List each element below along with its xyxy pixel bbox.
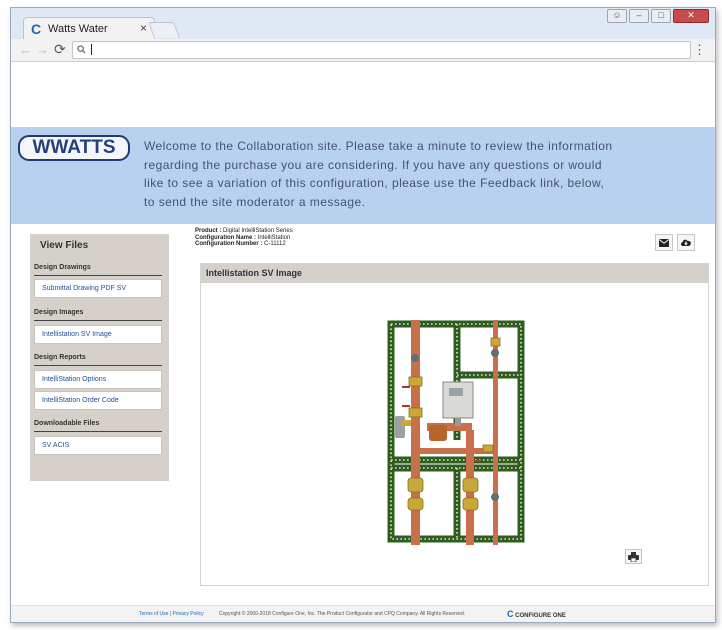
minimize-icon[interactable]: – <box>629 9 649 23</box>
config-number-value: C-11112 <box>264 241 286 247</box>
menu-icon[interactable]: ⋮ <box>693 42 706 58</box>
valve-right-mid <box>482 444 494 453</box>
product-label: Product : <box>195 228 222 234</box>
divider <box>34 431 162 432</box>
valve-left-lower <box>407 497 424 511</box>
welcome-text: Welcome to the Collaboration site. Pleas… <box>144 139 613 209</box>
handle-1 <box>402 405 410 407</box>
valve-left-mid <box>408 407 423 418</box>
configure-one-logo: C CONFIGURE ONE <box>507 609 566 619</box>
mixing-valve <box>429 425 447 441</box>
tab-title: Watts Water <box>48 23 108 35</box>
logo-text: WWATTS <box>32 137 116 158</box>
section-design-reports: Design Reports <box>34 354 86 361</box>
file-link-submittal-drawing[interactable]: Submittal Drawing PDF SV <box>34 279 162 298</box>
valve-center-bottom <box>462 477 479 493</box>
reload-icon[interactable]: ⟳ <box>54 41 66 58</box>
handle-3 <box>474 460 482 462</box>
valve-center-lower <box>462 497 479 511</box>
intellistation-diagram <box>387 320 525 545</box>
brand-name: CONFIGURE ONE <box>515 613 566 619</box>
panel-header: Intellistation SV Image <box>201 264 708 283</box>
maximize-icon[interactable]: □ <box>651 9 671 23</box>
text-cursor <box>91 44 92 55</box>
envelope-icon <box>659 238 669 247</box>
gauge-right-top <box>491 349 499 357</box>
divider <box>34 320 162 321</box>
browser-tab[interactable]: C Watts Water × <box>23 17 155 40</box>
page-footer: Terms of Use | Privacy Policy Copyright … <box>11 605 715 622</box>
file-link-intellistation-order-code[interactable]: IntelliStation Order Code <box>34 391 162 410</box>
print-button[interactable] <box>625 549 642 564</box>
browser-window: C Watts Water × ☺ – □ ✕ ← → ⟳ ⋮ WWATTS W… <box>10 7 716 623</box>
search-icon <box>77 42 86 57</box>
user-icon[interactable]: ☺ <box>607 9 627 23</box>
download-button[interactable] <box>677 234 695 251</box>
email-button[interactable] <box>655 234 673 251</box>
image-panel: Intellistation SV Image <box>200 263 709 586</box>
divider <box>34 275 162 276</box>
product-value: Digital IntelliStation Series <box>223 228 293 234</box>
config-name-value: IntelliStation <box>257 234 291 241</box>
new-tab-button[interactable] <box>148 22 180 38</box>
panel-title: Intellistation SV Image <box>206 268 303 278</box>
file-link-sv-acis[interactable]: SV ACIS <box>34 436 162 455</box>
close-window-icon[interactable]: ✕ <box>673 9 709 23</box>
title-bar: C Watts Water × ☺ – □ ✕ <box>11 8 715 40</box>
strainer <box>395 416 405 438</box>
section-design-images: Design Images <box>34 309 84 316</box>
controller-box <box>442 381 474 419</box>
footer-links[interactable]: Terms of Use | Privacy Policy <box>139 611 204 617</box>
site-favicon-icon: C <box>31 21 42 37</box>
sidebar-title: View Files <box>40 240 89 251</box>
file-link-intellistation-image[interactable]: Intellistation SV Image <box>34 325 162 344</box>
back-arrow-icon[interactable]: ← <box>19 42 32 57</box>
window-controls: ☺ – □ ✕ <box>607 9 709 23</box>
section-downloadable-files: Downloadable Files <box>34 420 100 427</box>
config-number-line: Configuration Number : C-11112 <box>195 241 293 248</box>
pipe-left <box>411 320 420 545</box>
gauge-right-bottom <box>491 493 499 501</box>
brand-mark: C <box>507 609 514 619</box>
forward-arrow-icon[interactable]: → <box>36 42 49 57</box>
divider <box>34 365 162 366</box>
file-link-intellistation-options[interactable]: IntelliStation Options <box>34 370 162 389</box>
controller-mount <box>455 418 461 426</box>
copyright-text: Copyright © 2000-2018 Configure One, Inc… <box>219 611 466 617</box>
section-design-drawings: Design Drawings <box>34 264 91 271</box>
welcome-banner: WWATTS Welcome to the Collaboration site… <box>11 127 715 224</box>
valve-left-top <box>408 376 423 387</box>
printer-icon <box>628 551 639 562</box>
cloud-download-icon <box>680 239 691 246</box>
strainer-fitting <box>401 420 411 426</box>
watts-logo[interactable]: WWATTS <box>18 135 130 161</box>
address-bar[interactable] <box>72 41 691 59</box>
config-number-label: Configuration Number : <box>195 241 263 247</box>
browser-toolbar: ← → ⟳ ⋮ <box>11 39 715 62</box>
handle-2 <box>402 386 410 388</box>
valve-left-bottom <box>407 477 424 493</box>
valve-right-top <box>490 337 501 347</box>
config-name-label: Configuration Name : <box>195 234 256 241</box>
tab-close-icon[interactable]: × <box>140 21 147 35</box>
view-files-sidebar: View Files Design Drawings Submittal Dra… <box>30 234 169 481</box>
controller-display <box>449 388 463 396</box>
product-info: Product : Digital IntelliStation Series … <box>195 228 293 248</box>
gauge-left-top <box>411 354 419 362</box>
